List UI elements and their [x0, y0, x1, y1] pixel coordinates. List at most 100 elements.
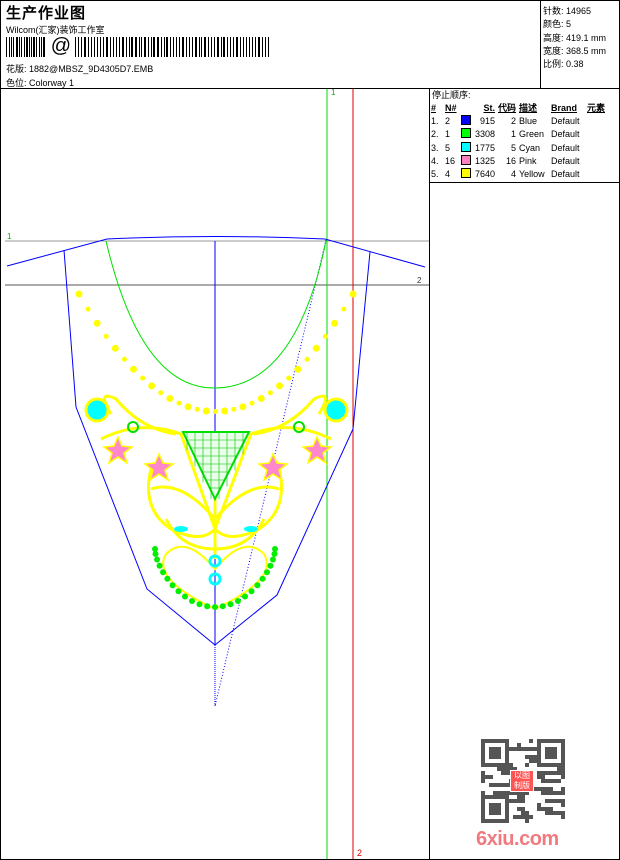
barcode-bar [128, 37, 130, 57]
bead [196, 601, 203, 608]
cyan-flower-left [84, 397, 110, 423]
qr-module [505, 771, 509, 775]
divider [429, 88, 430, 860]
barcode-bar [223, 37, 226, 57]
barcode-bar [31, 37, 33, 57]
row-num: 5. [431, 169, 439, 180]
bead [341, 306, 347, 312]
bead [276, 382, 284, 390]
barcode-bar [194, 37, 197, 57]
qr-module [561, 799, 565, 803]
barcode-bar [6, 37, 7, 57]
row-needle: 2 [445, 115, 451, 126]
bead [239, 403, 247, 411]
barcode-bar [176, 37, 178, 57]
qr-module [525, 819, 529, 823]
bead [227, 601, 234, 608]
guide-label-h1: 1 [7, 232, 12, 241]
barcode-bar [169, 37, 171, 57]
bead [202, 407, 210, 415]
qr-module [529, 739, 533, 743]
row-num: 2. [431, 129, 439, 140]
bead [212, 604, 218, 610]
info-colors: 颜色: 5 [543, 18, 606, 31]
qr-module [561, 771, 565, 775]
table-row: 2. 1 3308 1 Green Default [431, 128, 620, 141]
col-element: 元素 [587, 103, 606, 114]
barcode-symbol: @ [50, 35, 71, 57]
qr-module [521, 799, 525, 803]
qr-module [517, 799, 521, 803]
qr-module [493, 783, 497, 787]
barcode-bar [90, 37, 92, 57]
qr-module [561, 811, 565, 815]
qr-module [541, 779, 545, 783]
design-info: 针数: 14965 颜色: 5 高度: 419.1 mm 宽度: 368.5 m… [543, 5, 606, 71]
watermark: 6xiu.com [476, 828, 559, 850]
bead [121, 356, 127, 362]
bead [294, 365, 302, 373]
bead [312, 344, 320, 352]
colorway: 色位: Colorway 1 [6, 76, 74, 89]
row-code: 5 [510, 142, 516, 153]
barcode-bar [131, 37, 133, 57]
barcode-bar [217, 37, 219, 57]
bead [249, 400, 255, 406]
barcode-bar [249, 37, 250, 57]
barcode-bar [87, 37, 89, 57]
qr-module [557, 791, 561, 795]
qr-module [557, 799, 561, 803]
info-label: 颜色: [543, 19, 564, 30]
qr-module [545, 771, 549, 775]
qr-module [537, 775, 541, 779]
row-stitches: 915 [479, 115, 495, 126]
qr-module [481, 775, 485, 779]
qr-module [545, 787, 549, 791]
qr-module [517, 807, 521, 811]
barcode-bar [192, 37, 193, 57]
guide-label-v2: 2 [357, 848, 362, 858]
barcode-bar [25, 37, 28, 57]
info-label: 比例: [543, 59, 564, 70]
qr-module [553, 771, 557, 775]
barcode-bar [166, 37, 168, 57]
color-swatch [459, 128, 475, 140]
barcode-bar [163, 37, 165, 57]
barcode-bar [138, 37, 140, 57]
bead [152, 550, 159, 557]
bead [164, 575, 171, 582]
qr-module [561, 803, 565, 807]
barcode-bar [252, 37, 253, 57]
barcode-bar [141, 37, 143, 57]
bead [194, 406, 200, 412]
table-row: 3. 5 1775 5 Cyan Default [431, 141, 620, 154]
bead [189, 597, 196, 604]
row-brand: Default [551, 169, 580, 180]
row-num: 3. [431, 142, 439, 153]
col-stitches: St. [483, 102, 495, 113]
row-needle: 4 [445, 169, 451, 180]
bead [166, 394, 174, 402]
row-desc: Blue [519, 115, 538, 126]
bead [272, 546, 278, 552]
qr-module [549, 779, 553, 783]
bead [182, 593, 188, 600]
barcode-bar [75, 37, 76, 57]
barcode-bar [21, 37, 23, 57]
qr-module [541, 807, 545, 811]
barcode-bar [144, 37, 146, 57]
bead [267, 390, 273, 396]
barcode-bar [198, 37, 200, 57]
row-code: 1 [510, 129, 516, 140]
color-swatch [459, 154, 475, 167]
qr-module [541, 771, 545, 775]
qr-module [525, 811, 529, 815]
qr-module [545, 779, 549, 783]
barcode-bar [106, 37, 108, 57]
bead [242, 593, 248, 600]
qr-module [497, 791, 501, 795]
qr-module [561, 767, 565, 771]
qr-module [489, 775, 493, 779]
info-value: 5 [566, 19, 572, 30]
barcode-bar [134, 37, 137, 57]
